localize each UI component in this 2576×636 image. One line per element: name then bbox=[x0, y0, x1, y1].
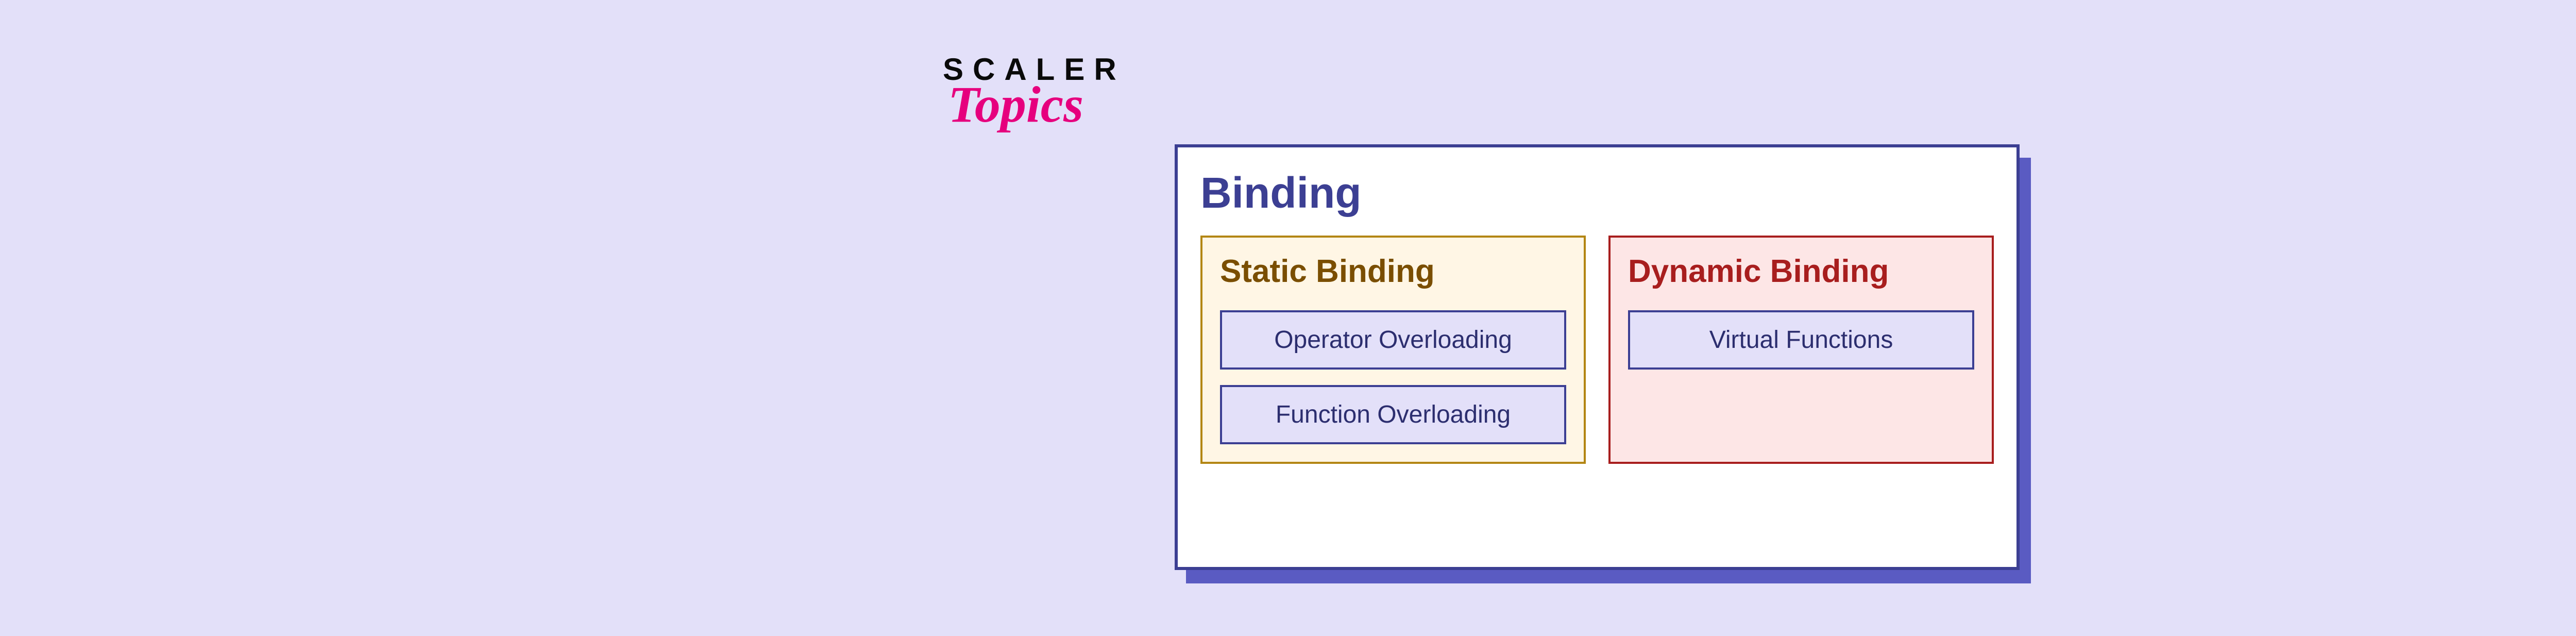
static-binding-title: Static Binding bbox=[1220, 253, 1566, 290]
scaler-topics-logo: SCALER Topics bbox=[943, 52, 1149, 144]
main-title: Binding bbox=[1200, 168, 1994, 218]
dynamic-item-virtual-functions: Virtual Functions bbox=[1628, 310, 1974, 370]
dynamic-binding-title: Dynamic Binding bbox=[1628, 253, 1974, 290]
binding-container: Binding Static Binding Operator Overload… bbox=[1175, 144, 2020, 570]
columns-row: Static Binding Operator Overloading Func… bbox=[1200, 236, 1994, 464]
dynamic-binding-box: Dynamic Binding Virtual Functions bbox=[1608, 236, 1994, 464]
static-item-operator-overloading: Operator Overloading bbox=[1220, 310, 1566, 370]
static-item-function-overloading: Function Overloading bbox=[1220, 385, 1566, 444]
static-binding-box: Static Binding Operator Overloading Func… bbox=[1200, 236, 1586, 464]
